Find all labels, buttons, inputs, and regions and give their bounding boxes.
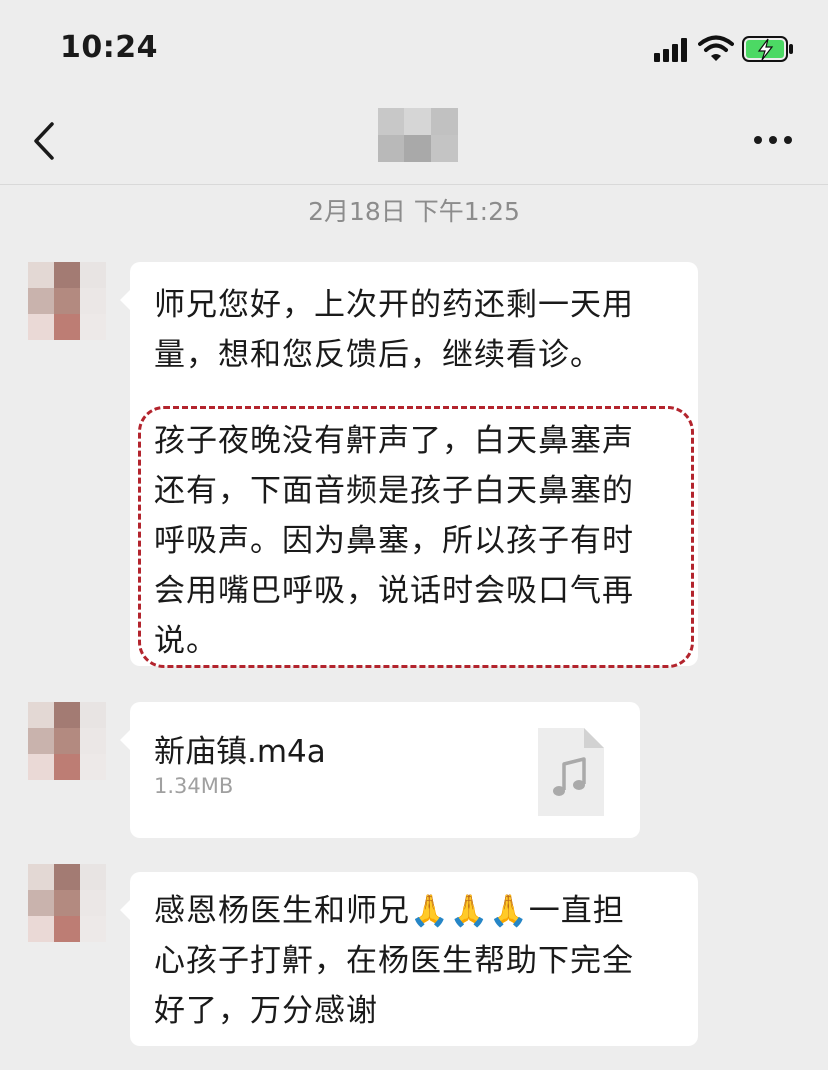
file-message-card[interactable]: 新庙镇.m4a 1.34MB <box>120 702 640 838</box>
message-text: 感恩杨医生和师兄🙏🙏🙏一直担 心孩子打鼾，在杨医生帮助下完全 好了，万分感谢 <box>154 893 634 1029</box>
sender-avatar[interactable] <box>28 702 108 782</box>
chat-header <box>0 100 828 185</box>
status-time: 10:24 <box>60 30 158 65</box>
sender-avatar[interactable] <box>28 864 108 944</box>
message-text: 师兄您好，上次开的药还剩一天用 量，想和您反馈后，继续看诊。 <box>154 287 634 373</box>
music-file-icon <box>538 728 604 816</box>
message-bubble[interactable]: 感恩杨医生和师兄🙏🙏🙏一直担 心孩子打鼾，在杨医生帮助下完全 好了，万分感谢 <box>120 872 698 1046</box>
chevron-left-icon[interactable] <box>24 116 64 166</box>
cellular-signal-icon <box>654 38 688 62</box>
more-options-icon[interactable] <box>748 118 798 162</box>
sender-avatar[interactable] <box>28 262 108 342</box>
file-size: 1.34MB <box>154 774 234 798</box>
file-name: 新庙镇.m4a <box>154 734 326 770</box>
message-bubble[interactable]: 师兄您好，上次开的药还剩一天用 量，想和您反馈后，继续看诊。 孩子夜晚没有鼾声了… <box>120 262 698 668</box>
wifi-icon <box>698 35 734 61</box>
chat-title-blurred <box>378 108 458 162</box>
status-bar: 10:24 <box>0 0 828 100</box>
battery-charging-icon <box>742 36 793 62</box>
chat-timestamp: 2月18日 下午1:25 <box>308 197 520 226</box>
message-text-highlighted: 孩子夜晚没有鼾声了，白天鼻塞声 还有，下面音频是孩子白天鼻塞的 呼吸声。因为鼻塞… <box>154 423 634 659</box>
